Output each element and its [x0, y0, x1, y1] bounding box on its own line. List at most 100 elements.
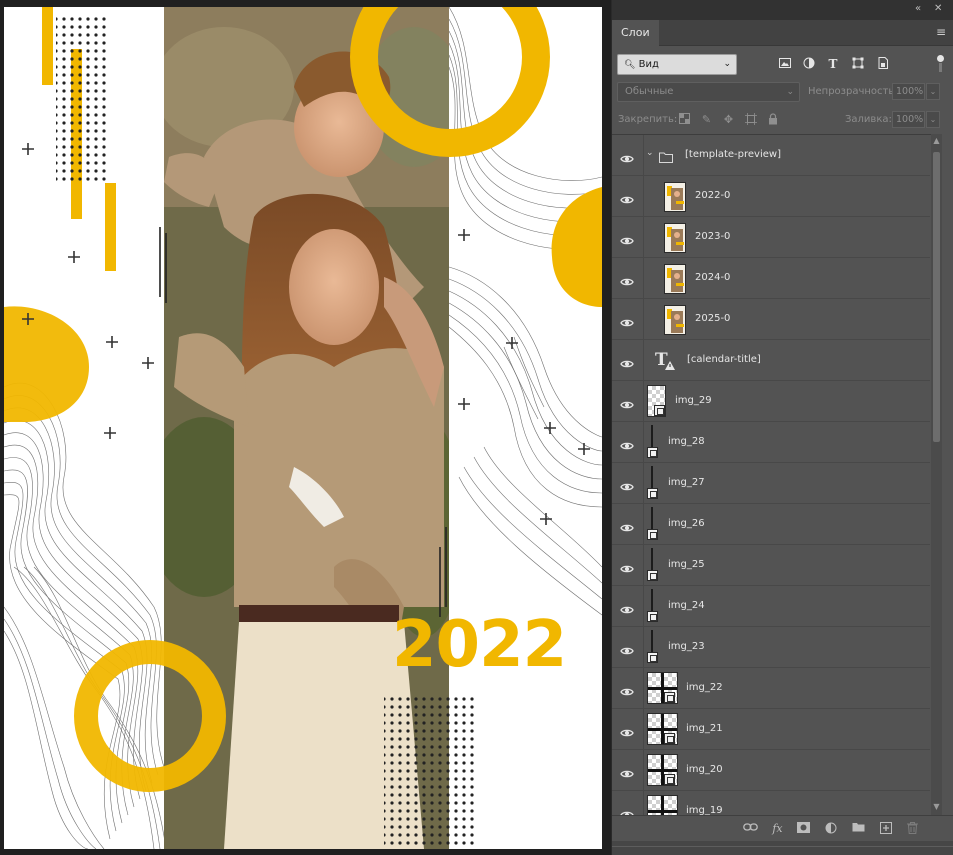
blend-opacity-row: Обычные ⌄ Непрозрачность: 100% ⌄ [612, 80, 953, 104]
close-icon[interactable]: ✕ [934, 3, 942, 14]
line-shape-thumbnail-icon [651, 507, 653, 529]
line-shape-thumbnail-icon [651, 466, 653, 488]
new-layer-icon[interactable] [878, 822, 893, 836]
smart-object-filter-icon[interactable] [876, 57, 890, 71]
layer-name: img_23 [668, 641, 705, 652]
new-group-icon[interactable] [851, 822, 866, 836]
eye-visibility-icon[interactable] [620, 477, 634, 491]
eye-visibility-icon[interactable] [620, 231, 634, 245]
opacity-label: Непрозрачность: [808, 86, 898, 97]
type-filter-icon[interactable]: T [826, 57, 840, 71]
tab-layers[interactable]: Слои [612, 20, 659, 46]
layer-name: img_29 [675, 395, 712, 406]
layer-row[interactable]: img_21 [612, 709, 930, 750]
fx-icon[interactable]: fx [770, 822, 785, 836]
eye-visibility-icon[interactable] [620, 600, 634, 614]
layer-filter-value: Вид [638, 59, 659, 70]
opacity-input[interactable]: 100% [892, 83, 925, 100]
document-canvas[interactable]: 2022 [4, 7, 602, 849]
photoshop-window: 2022 « ✕ Слои ≡ 🔍︎ Вид ⌄ T Обычные ⌄ Неп… [0, 0, 953, 855]
adjustment-filter-icon[interactable] [802, 57, 816, 71]
line-shape-thumbnail-icon [651, 548, 653, 570]
layer-name: img_26 [668, 518, 705, 529]
layer-row[interactable]: 2022-0 [612, 176, 930, 217]
eye-visibility-icon[interactable] [620, 559, 634, 573]
chevron-down-icon[interactable]: ⌄ [926, 83, 940, 100]
layer-row[interactable]: 2025-0 [612, 299, 930, 340]
calendar-artwork [4, 7, 602, 849]
lock-image-pixels-icon[interactable]: ✎ [700, 113, 713, 126]
shape-filter-icon[interactable] [851, 57, 865, 71]
photo-thumbnail-icon [664, 264, 686, 294]
layer-row[interactable]: img_23 [612, 627, 930, 668]
line-shape-thumbnail-icon [651, 589, 653, 611]
layer-row[interactable]: img_24 [612, 586, 930, 627]
trash-icon[interactable] [905, 822, 920, 836]
scroll-down-arrow-icon[interactable]: ▼ [931, 802, 942, 811]
eye-visibility-icon[interactable] [620, 436, 634, 450]
double-chevron-left-icon[interactable]: « [915, 3, 921, 14]
mask-icon[interactable] [796, 822, 811, 836]
eye-visibility-icon[interactable] [620, 764, 634, 778]
photo-thumbnail-icon [664, 223, 686, 253]
layer-filter-select[interactable]: 🔍︎ Вид ⌄ [617, 54, 737, 75]
shape-badge-icon [647, 611, 658, 622]
hamburger-menu-icon[interactable]: ≡ [936, 26, 948, 38]
folder-icon [659, 148, 673, 167]
eye-visibility-icon[interactable] [620, 149, 634, 163]
image-filter-icon[interactable] [778, 57, 792, 71]
eye-visibility-icon[interactable] [620, 518, 634, 532]
cross-shape-thumbnail-icon [647, 795, 678, 815]
blend-mode-select[interactable]: Обычные ⌄ [617, 82, 800, 102]
lock-artboard-icon[interactable] [744, 113, 757, 126]
fill-input[interactable]: 100% [892, 111, 925, 128]
layers-scrollbar[interactable]: ▲ ▼ [931, 134, 942, 815]
layer-name: img_27 [668, 477, 705, 488]
panel-resize-grip[interactable] [612, 841, 953, 855]
eye-visibility-icon[interactable] [620, 272, 634, 286]
eye-visibility-icon[interactable] [620, 190, 634, 204]
layer-name: img_24 [668, 600, 705, 611]
eye-visibility-icon[interactable] [620, 395, 634, 409]
layer-row[interactable]: img_20 [612, 750, 930, 791]
lock-position-icon[interactable]: ✥ [722, 113, 735, 126]
photo-thumbnail-icon [664, 182, 686, 212]
lock-all-icon[interactable] [766, 113, 779, 126]
layer-filter-row: 🔍︎ Вид ⌄ T [612, 52, 953, 80]
layer-row[interactable]: T [calendar-title] [612, 340, 930, 381]
shape-badge-icon [647, 652, 658, 663]
lock-label: Закрепить: [618, 114, 678, 125]
layer-row[interactable]: img_22 [612, 668, 930, 709]
layer-row[interactable]: img_28 [612, 422, 930, 463]
layer-row[interactable]: img_19 [612, 791, 930, 815]
line-shape-thumbnail-icon [651, 425, 653, 447]
eye-visibility-icon[interactable] [620, 723, 634, 737]
layer-row[interactable]: img_29 [612, 381, 930, 422]
layer-row[interactable]: 2024-0 [612, 258, 930, 299]
scrollbar-thumb[interactable] [933, 152, 940, 442]
link-layers-icon[interactable] [743, 822, 758, 836]
layer-row[interactable]: img_25 [612, 545, 930, 586]
layer-row[interactable]: img_26 [612, 504, 930, 545]
layer-name: img_25 [668, 559, 705, 570]
layer-name: img_19 [686, 805, 723, 815]
eye-visibility-icon[interactable] [620, 682, 634, 696]
layer-row[interactable]: 2023-0 [612, 217, 930, 258]
eye-visibility-icon[interactable] [620, 805, 634, 815]
blend-mode-value: Обычные [625, 86, 674, 97]
lock-transparent-pixels-icon[interactable] [678, 113, 691, 126]
adjustment-layer-icon[interactable] [823, 822, 838, 836]
calendar-year-title: 2022 [392, 608, 567, 682]
eye-visibility-icon[interactable] [620, 641, 634, 655]
layer-row[interactable]: img_27 [612, 463, 930, 504]
filter-toggle-switch[interactable] [937, 55, 944, 73]
eye-visibility-icon[interactable] [620, 313, 634, 327]
chevron-down-icon[interactable]: ⌄ [926, 111, 940, 128]
dot-pattern-top [56, 17, 106, 182]
layer-name: img_28 [668, 436, 705, 447]
scroll-up-arrow-icon[interactable]: ▲ [931, 136, 942, 145]
layer-name: 2024-0 [695, 272, 731, 283]
chevron-down-icon[interactable]: ⌄ [646, 148, 654, 158]
layer-row[interactable]: ⌄ [template-preview] [612, 135, 930, 176]
eye-visibility-icon[interactable] [620, 354, 634, 368]
